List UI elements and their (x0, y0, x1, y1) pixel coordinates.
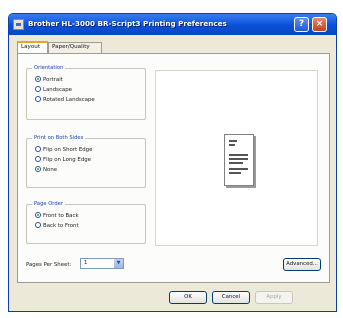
radio-icon[interactable] (35, 222, 41, 228)
printer-icon (13, 19, 24, 30)
radio-icon[interactable] (35, 96, 41, 102)
close-button[interactable]: × (312, 17, 327, 32)
option-label: None (43, 167, 58, 173)
printing-preferences-dialog: Brother HL-3000 BR-Script3 Printing Pref… (8, 13, 337, 312)
orientation-group: Orientation Portrait Landscape Rotated L… (26, 65, 146, 120)
orientation-portrait-option[interactable]: Portrait (35, 76, 63, 84)
tab-layout[interactable]: Layout (17, 41, 48, 53)
tab-paper-quality[interactable]: Paper/Quality (48, 42, 102, 53)
option-label: Landscape (43, 87, 72, 93)
flip-short-edge-option[interactable]: Flip on Short Edge (35, 146, 92, 154)
title-bar[interactable]: Brother HL-3000 BR-Script3 Printing Pref… (9, 14, 336, 35)
chevron-down-icon[interactable]: ▼ (114, 259, 123, 268)
ok-button[interactable]: OK (169, 291, 207, 304)
layout-panel: Orientation Portrait Landscape Rotated L… (17, 53, 330, 283)
advanced-button[interactable]: Advanced... (283, 258, 321, 271)
page-order-label: Page Order (32, 201, 65, 207)
option-label: Portrait (43, 77, 63, 83)
orientation-rotated-landscape-option[interactable]: Rotated Landscape (35, 96, 95, 104)
pages-per-sheet-select[interactable]: 1 ▼ (80, 258, 124, 269)
option-label: Front to Back (43, 213, 79, 219)
pages-per-sheet-label: Pages Per Sheet: (26, 262, 72, 268)
layout-preview (155, 70, 318, 246)
print-both-sides-label: Print on Both Sides (32, 135, 86, 141)
back-to-front-option[interactable]: Back to Front (35, 222, 79, 230)
option-label: Flip on Short Edge (43, 147, 93, 153)
radio-icon[interactable] (35, 86, 41, 92)
page-preview-icon (224, 134, 254, 186)
orientation-label: Orientation (32, 65, 66, 71)
flip-long-edge-option[interactable]: Flip on Long Edge (35, 156, 91, 164)
print-both-sides-group: Print on Both Sides Flip on Short Edge F… (26, 135, 146, 188)
help-button[interactable]: ? (294, 17, 309, 32)
window-title: Brother HL-3000 BR-Script3 Printing Pref… (28, 19, 227, 28)
page-order-group: Page Order Front to Back Back to Front (26, 201, 146, 244)
radio-icon[interactable] (35, 156, 41, 162)
radio-icon[interactable] (35, 146, 41, 152)
option-label: Flip on Long Edge (43, 157, 91, 163)
front-to-back-option[interactable]: Front to Back (35, 212, 79, 220)
apply-button[interactable]: Apply (255, 291, 293, 304)
none-option[interactable]: None (35, 166, 57, 174)
radio-checked-icon[interactable] (35, 166, 41, 172)
pages-per-sheet-value: 1 (84, 260, 88, 266)
option-label: Back to Front (43, 223, 79, 229)
radio-checked-icon[interactable] (35, 212, 41, 218)
orientation-landscape-option[interactable]: Landscape (35, 86, 72, 94)
radio-checked-icon[interactable] (35, 76, 41, 82)
option-label: Rotated Landscape (43, 97, 95, 103)
cancel-button[interactable]: Cancel (212, 291, 250, 304)
